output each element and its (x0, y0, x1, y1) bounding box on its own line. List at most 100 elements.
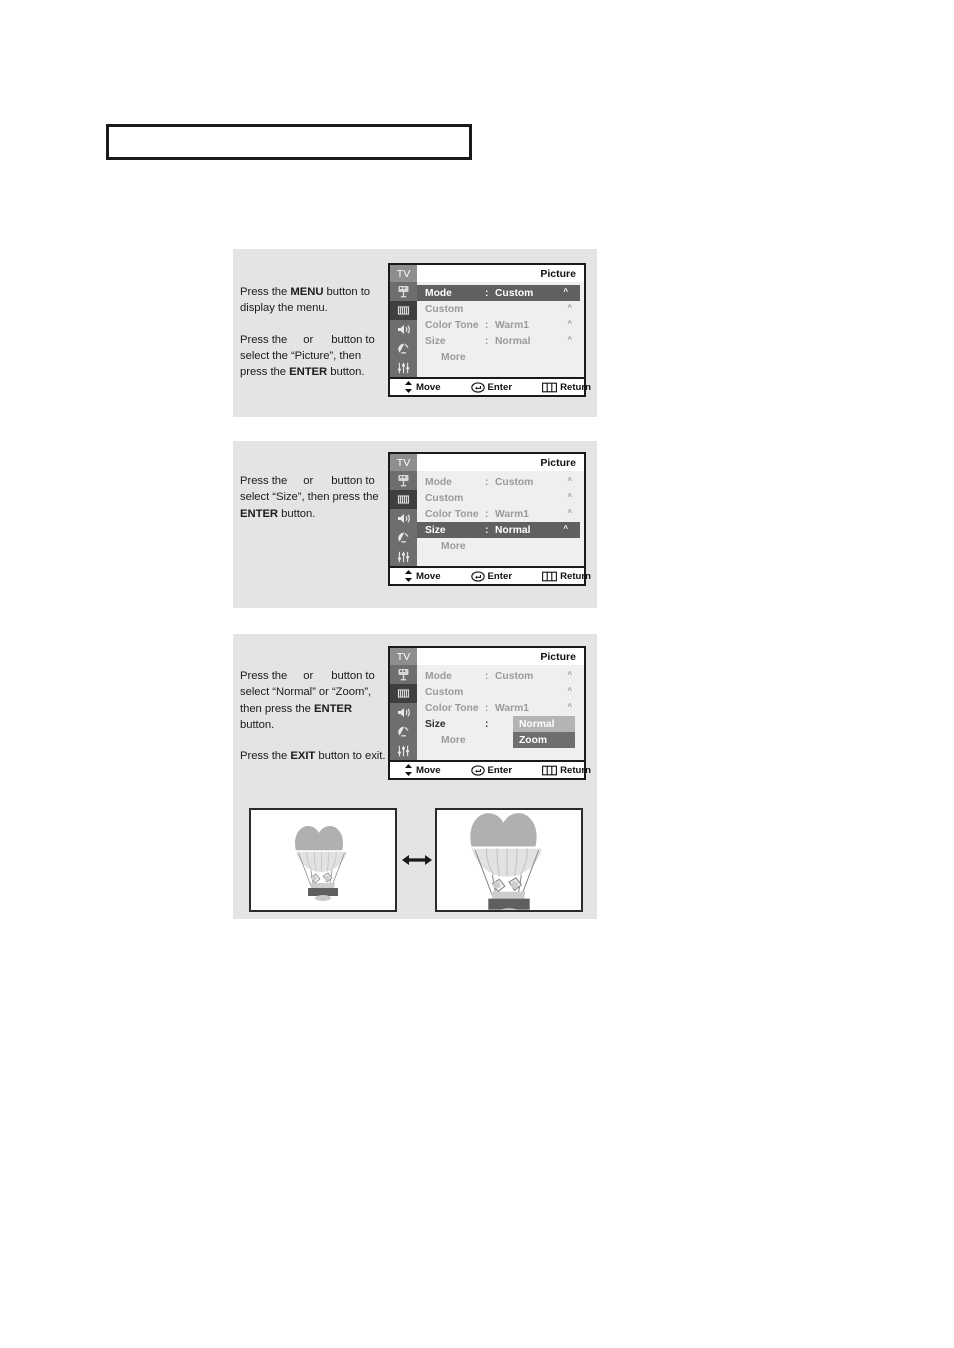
hint-enter-label: Enter (487, 764, 513, 776)
menu-label: More (441, 540, 466, 552)
hint-move: Move (404, 764, 441, 776)
normal-picture-size-example (249, 808, 397, 912)
step-1-instructions: Press the MENU button to display the men… (240, 284, 388, 380)
menu-row-color-tone[interactable]: Color Tone : Warm1 ^ (417, 700, 584, 716)
menu-row-mode[interactable]: Mode : Custom ^ (417, 668, 584, 684)
enter-icon (470, 381, 485, 393)
hint-enter: Enter (470, 570, 513, 582)
up-down-arrow-icon (405, 764, 412, 776)
input-plug-icon[interactable] (390, 665, 417, 684)
menu-row-custom[interactable]: Custom ^ (417, 490, 584, 506)
step-1-panel: Press the MENU button to display the men… (233, 249, 597, 417)
step-2-instructions: Press the or button to select “Size”, then… (240, 473, 388, 522)
picture-icon[interactable] (390, 490, 417, 509)
menu-row-color-tone[interactable]: Color Tone : Warm1 ^ (417, 317, 584, 333)
hint-move-label: Move (416, 570, 441, 582)
hint-return: Return (542, 765, 591, 776)
menu-row-size[interactable]: Size : Normal ^ (417, 333, 584, 349)
hint-return: Return (542, 571, 591, 582)
menu-label: Color Tone (425, 319, 479, 331)
size-options-dropdown[interactable]: Normal Zoom (513, 716, 575, 748)
option-zoom[interactable]: Zoom (513, 732, 575, 748)
menu-row-more[interactable]: More (417, 538, 584, 554)
hint-return: Return (542, 382, 591, 393)
chevron-up-icon: ^ (567, 670, 572, 679)
setup-sliders-icon[interactable] (390, 358, 417, 377)
osd-header: TV Picture (390, 648, 584, 665)
osd-footer: Move Enter Return (390, 377, 591, 395)
osd-tv-badge: TV (390, 648, 417, 665)
menu-label: More (441, 351, 466, 363)
chevron-up-icon: ^ (563, 524, 568, 533)
step-2-panel: Press the or button to select “Size”, then… (233, 441, 597, 608)
enter-keyword: ENTER (313, 702, 353, 715)
menu-row-size[interactable]: Size : Normal ^ (417, 522, 580, 538)
step-1-paragraph-1: Press the MENU button to display the men… (240, 284, 388, 317)
step-3-panel: Press the or button to select “Normal” or … (233, 634, 597, 919)
text-run: button. (278, 507, 316, 520)
zoom-picture-size-example (435, 808, 583, 912)
manual-page: Press the MENU button to display the men… (0, 0, 954, 1348)
chevron-up-icon: ^ (567, 476, 572, 485)
chevron-up-icon: ^ (567, 335, 572, 344)
hint-enter: Enter (470, 381, 512, 393)
menu-label: Custom (425, 303, 464, 315)
hint-move: Move (404, 381, 441, 393)
text-run: Press the (240, 750, 291, 763)
osd-icon-rail (390, 471, 417, 566)
input-plug-icon[interactable] (390, 282, 417, 301)
osd-body: Mode : Custom ^ Custom ^ Color Tone : Wa… (390, 665, 584, 760)
enter-icon (470, 570, 485, 582)
channel-dish-icon[interactable] (390, 722, 417, 741)
sound-speaker-icon[interactable] (390, 320, 417, 339)
menu-colon: : (485, 524, 489, 536)
hint-enter-label: Enter (487, 570, 513, 582)
menu-label: Mode (425, 287, 452, 299)
menu-label: Color Tone (425, 508, 479, 520)
menu-row-color-tone[interactable]: Color Tone : Warm1 ^ (417, 506, 584, 522)
picture-icon[interactable] (390, 684, 417, 703)
text-run: Press the (240, 286, 291, 298)
osd-menu-items: Mode : Custom ^ Custom ^ Color Tone : Wa… (417, 665, 584, 760)
input-plug-icon[interactable] (390, 471, 417, 490)
double-headed-swap-arrow (402, 850, 432, 870)
sound-speaker-icon[interactable] (390, 703, 417, 722)
menu-row-mode[interactable]: Mode : Custom ^ (417, 474, 584, 490)
step-3-paragraph-1: Press the or button to select “Normal” or … (240, 668, 388, 733)
menu-colon: : (485, 335, 489, 347)
menu-label: Custom (425, 492, 464, 504)
menu-label: Color Tone (425, 702, 479, 714)
menu-colon: : (485, 670, 489, 682)
menu-row-custom[interactable]: Custom ^ (417, 301, 584, 317)
hint-move: Move (404, 570, 441, 582)
menu-colon: : (485, 702, 489, 714)
channel-dish-icon[interactable] (390, 528, 417, 547)
setup-sliders-icon[interactable] (390, 741, 417, 760)
chevron-up-icon: ^ (567, 303, 572, 312)
setup-sliders-icon[interactable] (390, 547, 417, 566)
option-normal[interactable]: Normal (513, 716, 575, 732)
menu-colon: : (485, 508, 489, 520)
step-1-paragraph-2: Press the or button to select the “Picture… (240, 332, 388, 381)
osd-menu-title: Picture (540, 267, 576, 280)
text-run: Press the (240, 475, 288, 487)
osd-body: Mode : Custom ^ Custom ^ Color Tone : Wa… (390, 471, 584, 566)
osd-menu-title: Picture (540, 456, 576, 469)
osd-menu-step-1: TV Picture Mode: Custom ^ Custom ^ Colo… (388, 263, 591, 397)
chevron-up-icon: ^ (567, 492, 572, 501)
menu-row-custom[interactable]: Custom ^ (417, 684, 584, 700)
menu-row-more[interactable]: More (417, 349, 584, 365)
up-down-arrow-icon (405, 381, 412, 393)
menu-label: Size (425, 335, 446, 347)
channel-dish-icon[interactable] (390, 339, 417, 358)
enter-icon (470, 764, 485, 776)
sound-speaker-icon[interactable] (390, 509, 417, 528)
menu-keyword: MENU (290, 286, 324, 298)
osd-footer: Move Enter Return (390, 760, 591, 778)
picture-icon[interactable] (390, 301, 417, 320)
chevron-up-icon: ^ (567, 702, 572, 711)
menu-colon: : (485, 287, 489, 299)
text-run: or (303, 475, 314, 487)
balloon-zoom-illustration (437, 810, 581, 910)
menu-row-mode[interactable]: Mode : Custom ^ (417, 285, 580, 301)
